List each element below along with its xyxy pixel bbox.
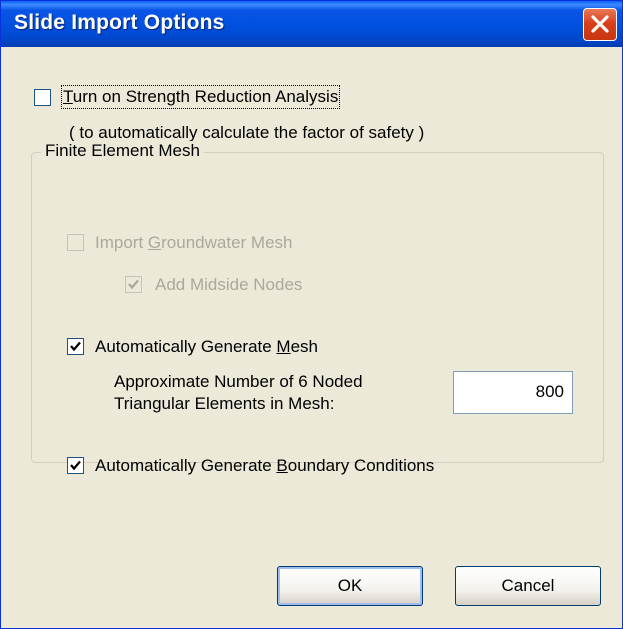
auto-generate-mesh-label[interactable]: Automatically Generate Mesh	[95, 337, 318, 357]
strength-reduction-label[interactable]: Turn on Strength Reduction Analysis	[60, 85, 341, 109]
close-button[interactable]	[583, 8, 617, 41]
strength-reduction-checkbox[interactable]	[34, 89, 51, 106]
checkmark-icon	[128, 279, 139, 290]
title-bar[interactable]: Slide Import Options	[1, 1, 622, 47]
strength-reduction-accel: T	[63, 87, 73, 106]
add-midside-nodes-checkbox[interactable]	[125, 276, 142, 293]
finite-element-mesh-group	[31, 152, 604, 463]
auto-generate-boundary-label[interactable]: Automatically Generate Boundary Conditio…	[95, 456, 434, 476]
elements-label-line2: Triangular Elements in Mesh:	[114, 394, 335, 413]
auto-generate-boundary-checkbox[interactable]	[67, 457, 84, 474]
elements-label-line1: Approximate Number of 6 Noded	[114, 372, 363, 391]
checkmark-icon	[70, 460, 81, 471]
elements-count-input[interactable]: 800	[453, 371, 573, 414]
close-icon	[591, 15, 609, 33]
import-groundwater-checkbox[interactable]	[67, 234, 84, 251]
import-groundwater-label: Import Groundwater Mesh	[95, 233, 293, 252]
dialog-body: Turn on Strength Reduction Analysis ( to…	[4, 47, 619, 627]
auto-generate-mesh-checkbox[interactable]	[67, 338, 84, 355]
cancel-button[interactable]: Cancel	[455, 566, 601, 606]
strength-reduction-note: ( to automatically calculate the factor …	[69, 123, 425, 142]
checkmark-icon	[70, 341, 81, 352]
finite-element-mesh-legend: Finite Element Mesh	[41, 141, 204, 161]
add-midside-nodes-label: Add Midside Nodes	[155, 275, 303, 294]
slide-import-options-dialog: Slide Import Options Turn on Strength Re…	[0, 0, 623, 629]
strength-reduction-text: urn on Strength Reduction Analysis	[72, 87, 339, 106]
dialog-title: Slide Import Options	[14, 11, 225, 34]
ok-button[interactable]: OK	[277, 566, 423, 606]
